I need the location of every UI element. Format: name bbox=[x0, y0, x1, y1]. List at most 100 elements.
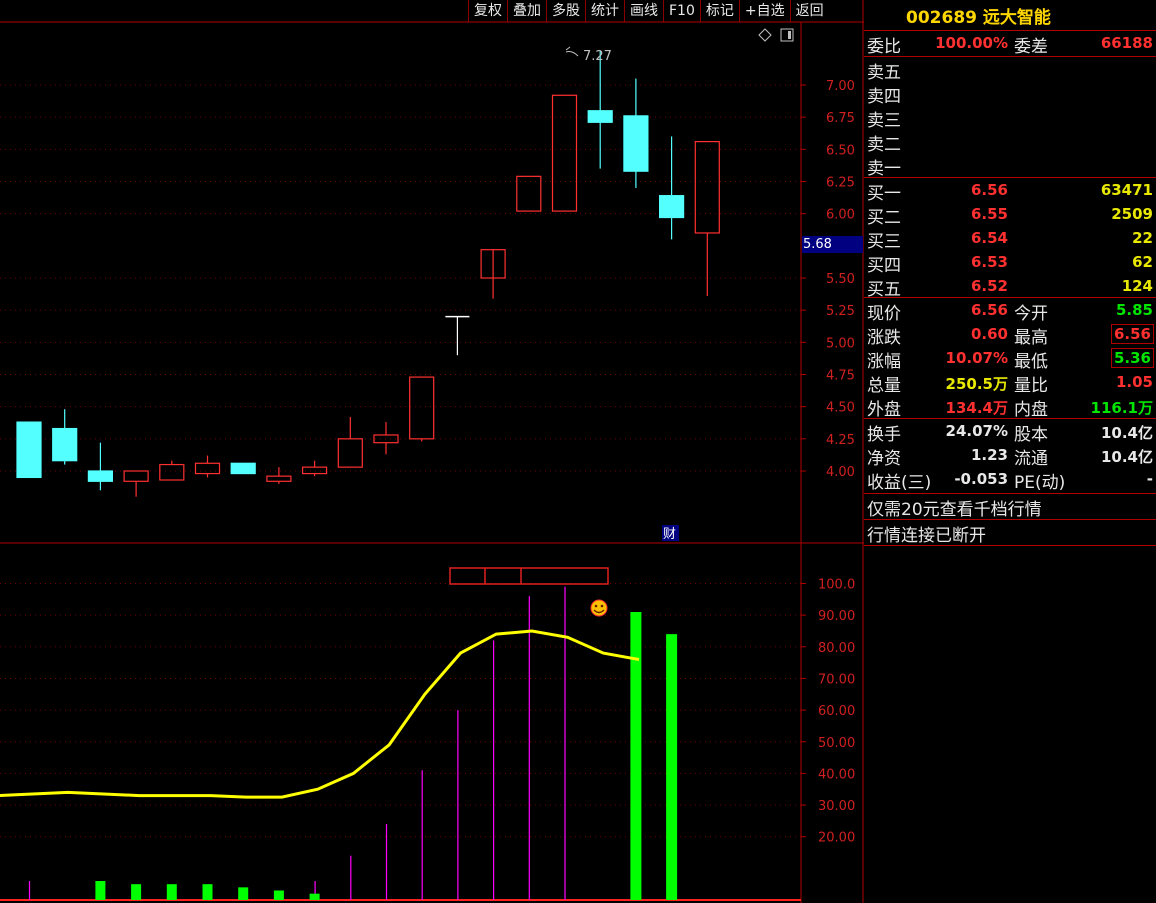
finance-label: 收益(三) bbox=[867, 473, 932, 493]
stat-label: 今开 bbox=[1014, 304, 1048, 324]
divider bbox=[864, 418, 1156, 419]
candle[interactable] bbox=[159, 460, 185, 481]
indicator-bar bbox=[131, 884, 142, 900]
indicator-bar bbox=[238, 887, 249, 900]
candle[interactable] bbox=[230, 462, 256, 475]
sell-level-row: 卖一 bbox=[864, 154, 1156, 179]
indicator-tick-label: 80.00 bbox=[818, 641, 855, 656]
stat-value: 5.36 bbox=[1110, 348, 1155, 368]
price-tick-label: 6.75 bbox=[826, 111, 855, 126]
candle[interactable] bbox=[587, 50, 613, 169]
indicator-bar bbox=[309, 893, 320, 900]
buy-level-label: 买三 bbox=[867, 232, 901, 252]
promo-link[interactable]: 仅需20元查看千档行情 bbox=[867, 495, 1042, 520]
high-annotation-pointer bbox=[565, 46, 579, 57]
stock-title: 002689 远大智能 bbox=[906, 3, 1051, 28]
smiley-icon bbox=[590, 599, 608, 617]
finance-label: 股本 bbox=[1014, 425, 1048, 445]
stat-value: 250.5万 bbox=[945, 375, 1008, 393]
sell-level-row: 卖四 bbox=[864, 82, 1156, 107]
finance-badge[interactable]: 财 bbox=[663, 527, 676, 542]
stat-label: 外盘 bbox=[867, 400, 901, 420]
buy-level-row: 买一 6.56 63471 bbox=[864, 179, 1156, 204]
indicator-tick-label: 90.00 bbox=[818, 609, 855, 624]
indicator-bar bbox=[95, 881, 106, 900]
candlestick-series bbox=[16, 50, 720, 497]
indicator-tick-label: 100.0 bbox=[818, 578, 855, 593]
candle[interactable] bbox=[302, 460, 328, 477]
candle[interactable] bbox=[551, 94, 578, 212]
price-tick-label: 4.00 bbox=[826, 465, 855, 480]
stat-label: 量比 bbox=[1014, 376, 1048, 396]
candle[interactable] bbox=[16, 421, 42, 479]
finance-label: 净资 bbox=[867, 449, 901, 469]
price-tick-label: 7.00 bbox=[826, 79, 855, 94]
stock-code: 002689 bbox=[906, 8, 977, 28]
candle[interactable] bbox=[658, 136, 685, 240]
candle[interactable] bbox=[337, 416, 363, 468]
indicator-line bbox=[0, 629, 640, 799]
toggle-panel-icon[interactable] bbox=[780, 28, 794, 42]
stat-value: 5.85 bbox=[1115, 301, 1153, 319]
divider bbox=[864, 519, 1156, 520]
indicator-spike-series bbox=[28, 586, 566, 900]
candle[interactable] bbox=[373, 422, 399, 455]
candle[interactable] bbox=[694, 141, 720, 297]
stat-row: 外盘 134.4万 内盘 116.1万 bbox=[864, 395, 1156, 420]
stat-value: 1.05 bbox=[1115, 373, 1153, 391]
buy-level-label: 买一 bbox=[867, 184, 901, 204]
stat-row: 涨跌 0.60 最高 6.56 bbox=[864, 323, 1156, 348]
weibi-label: 委比 bbox=[867, 37, 901, 57]
buy-level-volume: 22 bbox=[1132, 229, 1153, 247]
indicator-tick-label: 40.00 bbox=[818, 767, 855, 782]
stat-value: 116.1万 bbox=[1090, 399, 1153, 417]
status-row: 行情连接已断开 bbox=[864, 521, 1156, 546]
price-tick-label: 5.25 bbox=[826, 304, 855, 319]
finance-value: 1.23 bbox=[970, 446, 1008, 464]
indicator-tick-label: 50.00 bbox=[818, 736, 855, 751]
buy-level-label: 买四 bbox=[867, 256, 901, 276]
candle[interactable] bbox=[480, 249, 506, 299]
candle[interactable] bbox=[194, 455, 221, 478]
buy-level-row: 买五 6.52 124 bbox=[864, 275, 1156, 300]
sell-level-label: 卖四 bbox=[867, 87, 901, 107]
buy-level-row: 买三 6.54 22 bbox=[864, 227, 1156, 252]
chart-area[interactable]: 7.00 6.75 6.50 6.25 6.00 5.50 5.25 5.00 4.75 4.50… bbox=[0, 0, 864, 903]
finance-row: 净资 1.23 流通 10.4亿 bbox=[864, 444, 1156, 469]
stat-value: 0.60 bbox=[970, 325, 1008, 343]
buy-level-volume: 62 bbox=[1132, 253, 1153, 271]
candle[interactable] bbox=[409, 376, 435, 442]
divider bbox=[864, 297, 1156, 298]
price-y-axis: 7.00 6.75 6.50 6.25 6.00 5.50 5.25 5.00 4.75 4.50… bbox=[801, 79, 855, 480]
buy-level-price: 6.55 bbox=[970, 205, 1008, 223]
buy-level-volume: 2509 bbox=[1111, 205, 1153, 223]
divider bbox=[864, 30, 1156, 31]
connection-status: 行情连接已断开 bbox=[867, 526, 986, 546]
finance-value: 10.4亿 bbox=[1100, 448, 1153, 466]
candle[interactable] bbox=[623, 78, 649, 188]
buy-level-volume: 124 bbox=[1121, 277, 1153, 295]
promo-row[interactable]: 仅需20元查看千档行情 bbox=[864, 495, 1156, 520]
indicator-tick-label: 70.00 bbox=[818, 672, 855, 687]
finance-row: 收益(三) -0.053 PE(动) - bbox=[864, 468, 1156, 493]
candle[interactable] bbox=[123, 470, 149, 497]
stat-row: 涨幅 10.07% 最低 5.36 bbox=[864, 347, 1156, 372]
candle[interactable] bbox=[52, 409, 78, 465]
buy-level-volume: 63471 bbox=[1100, 181, 1153, 199]
buy-level-label: 买二 bbox=[867, 208, 901, 228]
candle[interactable] bbox=[266, 467, 292, 484]
indicator-bar bbox=[202, 884, 213, 900]
buy-level-price: 6.54 bbox=[970, 229, 1008, 247]
stat-label: 最高 bbox=[1014, 328, 1048, 348]
candle[interactable] bbox=[87, 442, 114, 491]
diamond-icon[interactable] bbox=[758, 28, 772, 42]
finance-label: PE(动) bbox=[1014, 473, 1066, 493]
buy-level-price: 6.52 bbox=[970, 277, 1008, 295]
indicator-bar bbox=[166, 884, 177, 900]
stat-value: 10.07% bbox=[945, 349, 1008, 367]
finance-label: 流通 bbox=[1014, 449, 1048, 469]
candle[interactable] bbox=[445, 315, 470, 356]
sell-level-row: 卖五 bbox=[864, 58, 1156, 83]
price-tick-label: 6.50 bbox=[826, 143, 855, 158]
high-price-annotation: 7.27 bbox=[583, 49, 612, 64]
